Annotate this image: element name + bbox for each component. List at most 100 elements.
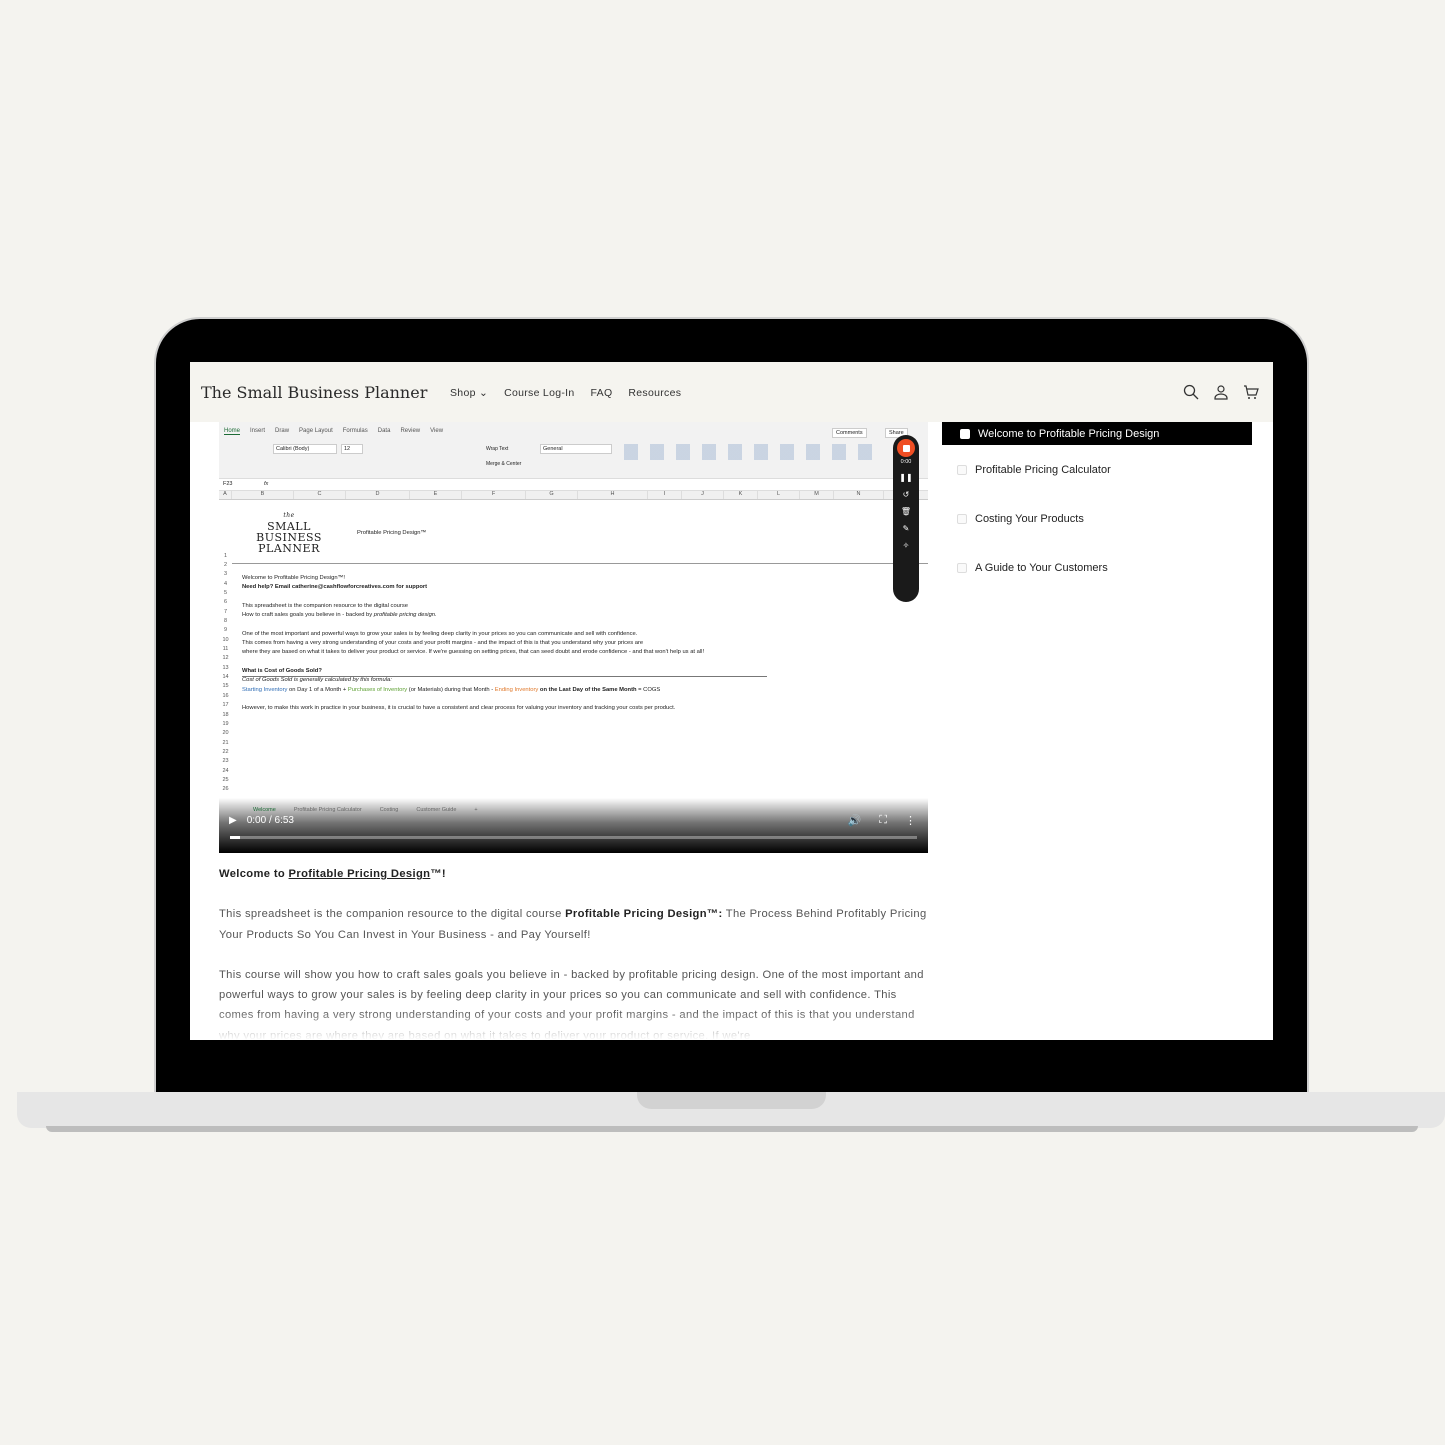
- column-header: A: [219, 491, 232, 499]
- ribbon-tab: View: [430, 428, 444, 434]
- recorder-time: 0:00: [900, 459, 912, 465]
- row-number: 14: [222, 674, 229, 681]
- r7-text: How to craft sales goals you believe in …: [242, 612, 374, 618]
- restart-icon[interactable]: ↺: [903, 490, 910, 499]
- bottom-fade: [190, 1010, 1273, 1040]
- lesson-item[interactable]: Profitable Pricing Calculator: [957, 464, 1111, 476]
- column-header: D: [346, 491, 410, 499]
- column-header: E: [410, 491, 462, 499]
- row-number: 8: [223, 618, 228, 625]
- current-lesson[interactable]: Welcome to Profitable Pricing Design: [942, 422, 1252, 445]
- nav-faq[interactable]: FAQ: [591, 387, 613, 399]
- cart-icon[interactable]: [1243, 384, 1259, 400]
- ending-inventory: Ending Inventory: [494, 687, 539, 693]
- cell-r14: Cost of Goods Sold is generally calculat…: [242, 677, 392, 683]
- row-number: 15: [222, 683, 229, 690]
- nav-course-login[interactable]: Course Log-In: [504, 387, 574, 399]
- sheet-tabs: Welcome Profitable Pricing Calculator Cost…: [227, 807, 478, 813]
- content-heading: Welcome to Profitable Pricing Design™!: [219, 864, 929, 884]
- p1-text: This spreadsheet is the companion resour…: [219, 908, 566, 921]
- cell-r11: where they are based on what it takes to…: [242, 649, 705, 655]
- cell-r7: How to craft sales goals you believe in …: [242, 612, 437, 618]
- row-number: 16: [222, 692, 229, 699]
- fullscreen-icon[interactable]: ⛶: [879, 814, 887, 827]
- site-logo[interactable]: The Small Business Planner: [201, 383, 427, 402]
- checkbox[interactable]: [960, 428, 970, 439]
- column-header: I: [648, 491, 682, 499]
- row-number: 7: [223, 608, 228, 615]
- pencil-icon[interactable]: ✎: [903, 524, 910, 533]
- nav-shop[interactable]: Shop ⌄: [450, 387, 488, 399]
- video-time: 0:00 / 6:53: [246, 815, 294, 826]
- checkbox[interactable]: [957, 465, 967, 475]
- row-numbers: 1 2 3 4 5 6 7 8 9 10 11 12 13 14 15 16 17 18 19 20 21 22 23 24 2…: [219, 500, 232, 796]
- title-cell: Profitable Pricing Design™: [357, 530, 427, 536]
- laptop-notch: [637, 1092, 826, 1109]
- nav-resources[interactable]: Resources: [628, 387, 681, 399]
- r7-italic: profitable pricing design.: [373, 612, 437, 618]
- cell-reference: F23: [223, 481, 233, 487]
- column-header: G: [526, 491, 578, 499]
- site-header: The Small Business Planner Shop ⌄ Course…: [190, 362, 1273, 422]
- row-number: 1: [223, 553, 228, 559]
- font-select: Calibri (Body): [273, 444, 337, 454]
- purchases-inventory: Purchases of Inventory: [347, 687, 408, 693]
- main-nav: Shop ⌄ Course Log-In FAQ Resources: [450, 387, 681, 399]
- laptop-base-shadow: [46, 1126, 1418, 1132]
- course-link[interactable]: Profitable Pricing Design: [289, 868, 431, 880]
- row-number: 12: [222, 655, 229, 662]
- more-options-icon[interactable]: ⋮: [905, 814, 916, 827]
- cell-r13: What is Cost of Goods Sold?: [242, 668, 322, 674]
- ribbon-tab: Insert: [250, 428, 266, 434]
- video-right-controls: 🔊 ⛶ ⋮: [848, 814, 916, 827]
- sbp-logo: the SMALL BUSINESS PLANNER: [254, 510, 324, 554]
- logo-line: PLANNER: [258, 542, 320, 555]
- checkbox[interactable]: [957, 563, 967, 573]
- trash-icon[interactable]: 🗑: [901, 507, 911, 516]
- row-number: 25: [222, 776, 229, 783]
- chevron-down-icon: ⌄: [478, 387, 489, 399]
- cell-r17: However, to make this work in practice i…: [242, 705, 676, 711]
- row-divider: [232, 563, 928, 564]
- ribbon-tab: Draw: [275, 428, 290, 434]
- pause-icon[interactable]: ❚❚: [899, 473, 912, 482]
- column-headers: ABCDEFGHIJKLMN: [219, 491, 928, 500]
- account-icon[interactable]: [1213, 384, 1229, 400]
- merge-center: Merge & Center: [486, 461, 522, 467]
- r15-bold: on the Last Day of the Same Month: [538, 687, 637, 693]
- cell-r9: One of the most important and powerful w…: [242, 631, 638, 637]
- ribbon-tab: Home: [224, 428, 241, 435]
- column-header: J: [682, 491, 724, 499]
- row-number: 6: [223, 599, 228, 606]
- lesson-label: Profitable Pricing Calculator: [975, 464, 1111, 476]
- video-progress-bar[interactable]: [230, 836, 917, 839]
- row-number: 23: [222, 758, 229, 765]
- lesson-item[interactable]: A Guide to Your Customers: [957, 562, 1108, 574]
- checkbox[interactable]: [957, 514, 967, 524]
- ribbon-tab: Page Layout: [299, 428, 333, 434]
- column-header: N: [834, 491, 884, 499]
- row-number: 26: [222, 786, 229, 793]
- starting-inventory: Starting Inventory: [242, 687, 288, 693]
- ribbon-tab: Data: [377, 428, 391, 434]
- sheet-tab: Profitable Pricing Calculator: [293, 807, 362, 813]
- nav-shop-label: Shop: [450, 387, 476, 399]
- play-icon[interactable]: ▶: [229, 815, 237, 826]
- r15-text: = COGS: [636, 687, 661, 693]
- ribbon-tab: Formulas: [342, 428, 368, 434]
- video-player[interactable]: Home Insert Draw Page Layout Formulas Data Rev…: [219, 422, 928, 853]
- column-header: L: [758, 491, 800, 499]
- lesson-sidebar: Welcome to Profitable Pricing Design Pro…: [942, 422, 1252, 574]
- lesson-item[interactable]: Costing Your Products: [957, 513, 1084, 525]
- volume-icon[interactable]: 🔊: [848, 814, 862, 827]
- search-icon[interactable]: [1183, 384, 1199, 400]
- column-header: F: [462, 491, 526, 499]
- sheet-tab: Customer Guide: [416, 807, 457, 813]
- formula-bar: F23 fx: [219, 479, 928, 491]
- row-number: 18: [222, 711, 229, 718]
- row-number: 5: [223, 590, 228, 597]
- ribbon-icons: [624, 444, 874, 460]
- font-size-select: 12: [341, 444, 363, 454]
- effects-icon[interactable]: ✧: [903, 541, 910, 550]
- stop-record-button[interactable]: [897, 439, 915, 457]
